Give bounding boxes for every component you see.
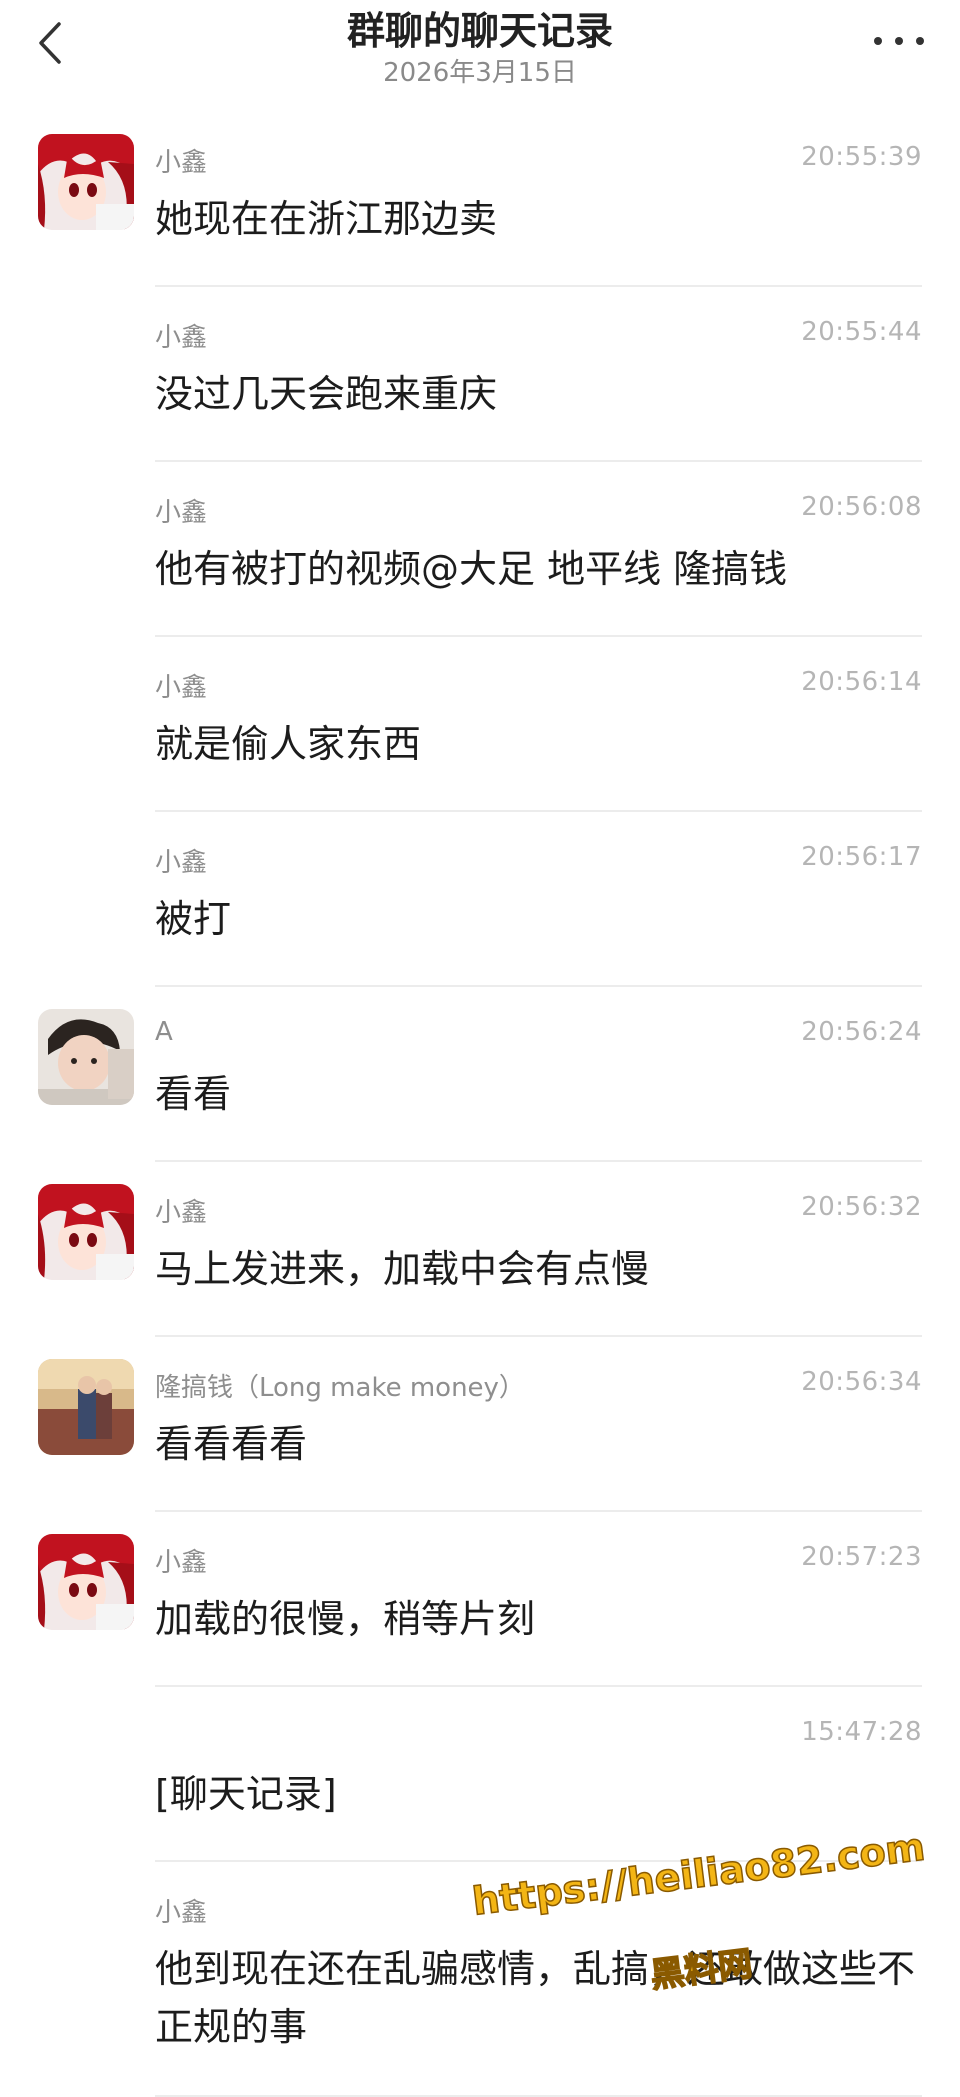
avatar[interactable] xyxy=(38,134,134,230)
message-time: 15:47:28 xyxy=(801,1717,922,1747)
red-hair-anime-avatar-icon xyxy=(38,134,134,230)
top-bar: 群聊的聊天记录 2026年3月15日 xyxy=(0,0,960,110)
message-time: 20:56:17 xyxy=(801,842,922,872)
message-text: 他到现在还在乱骗感情，乱搞，还敢做这些不正规的事 xyxy=(155,1947,916,2049)
message-time: 20:56:24 xyxy=(801,1017,922,1047)
message-text: 她现在在浙江那边卖 xyxy=(155,197,498,241)
message-time: 20:55:44 xyxy=(801,317,922,347)
more-options-button[interactable] xyxy=(874,26,924,56)
sender-name: 小鑫 xyxy=(155,498,208,528)
message-item[interactable]: 小鑫 20:56:17 被打 xyxy=(0,812,960,987)
message-item[interactable]: 隆搞钱（Long make money） 20:56:34 看看看看 xyxy=(0,1337,960,1512)
sender-name: 小鑫 xyxy=(155,848,208,878)
message-item[interactable]: 小鑫 20:56:08 他有被打的视频@大足 地平线 隆搞钱 xyxy=(0,462,960,637)
message-item[interactable]: 小鑫 他到现在还在乱骗感情，乱搞，还敢做这些不正规的事 xyxy=(0,1862,960,2097)
message-item[interactable]: 小鑫 20:55:44 没过几天会跑来重庆 xyxy=(0,287,960,462)
message-text: 马上发进来，加载中会有点慢 xyxy=(155,1247,650,1291)
message-list: 小鑫 20:55:39 她现在在浙江那边卖 小鑫 20:55:44 没过几天会跑… xyxy=(0,112,960,2097)
message-time: 20:56:32 xyxy=(801,1192,922,1222)
sender-name: A xyxy=(155,1017,173,1047)
message-text: 就是偷人家东西 xyxy=(155,722,422,766)
couple-photo-avatar-icon xyxy=(38,1359,134,1455)
red-hair-anime-avatar-icon xyxy=(38,1184,134,1280)
message-time: 20:57:23 xyxy=(801,1542,922,1572)
message-item[interactable]: 小鑫 20:56:14 就是偷人家东西 xyxy=(0,637,960,812)
message-text: 看看 xyxy=(155,1072,232,1116)
avatar[interactable] xyxy=(38,1009,134,1105)
avatar[interactable] xyxy=(38,1184,134,1280)
message-text: 加载的很慢，稍等片刻 xyxy=(155,1597,536,1641)
page-title: 群聊的聊天记录 xyxy=(346,9,613,53)
more-dots-icon xyxy=(874,37,882,45)
red-hair-anime-avatar-icon xyxy=(38,1534,134,1630)
message-text: 被打 xyxy=(155,897,232,941)
sender-name: 小鑫 xyxy=(155,673,208,703)
message-time: 20:56:08 xyxy=(801,492,922,522)
message-time: 20:56:34 xyxy=(801,1367,922,1397)
page-date: 2026年3月15日 xyxy=(383,58,577,88)
message-item[interactable]: A 20:56:24 看看 xyxy=(0,987,960,1162)
sender-name: 小鑫 xyxy=(155,1198,208,1228)
avatar[interactable] xyxy=(38,1534,134,1630)
boy-photo-avatar-icon xyxy=(38,1009,134,1105)
message-time: 20:56:14 xyxy=(801,667,922,697)
message-item[interactable]: 小鑫 20:57:23 加载的很慢，稍等片刻 xyxy=(0,1512,960,1687)
message-time: 20:55:39 xyxy=(801,142,922,172)
sender-name: 小鑫 xyxy=(155,323,208,353)
sender-name: 小鑫 xyxy=(155,1898,208,1928)
sender-name: 小鑫 xyxy=(155,148,208,178)
avatar[interactable] xyxy=(38,1359,134,1455)
message-item[interactable]: 小鑫 20:55:39 她现在在浙江那边卖 xyxy=(0,112,960,287)
message-item[interactable]: 15:47:28 [聊天记录] xyxy=(0,1687,960,1862)
sender-name: 隆搞钱（Long make money） xyxy=(155,1373,525,1403)
message-item[interactable]: 小鑫 20:56:32 马上发进来，加载中会有点慢 xyxy=(0,1162,960,1337)
sender-name: 小鑫 xyxy=(155,1548,208,1578)
chat-record-link[interactable]: [聊天记录] xyxy=(155,1765,922,1823)
message-text: 没过几天会跑来重庆 xyxy=(155,372,498,416)
message-text: 看看看看 xyxy=(155,1422,308,1466)
message-text: 他有被打的视频@大足 地平线 隆搞钱 xyxy=(155,547,788,591)
